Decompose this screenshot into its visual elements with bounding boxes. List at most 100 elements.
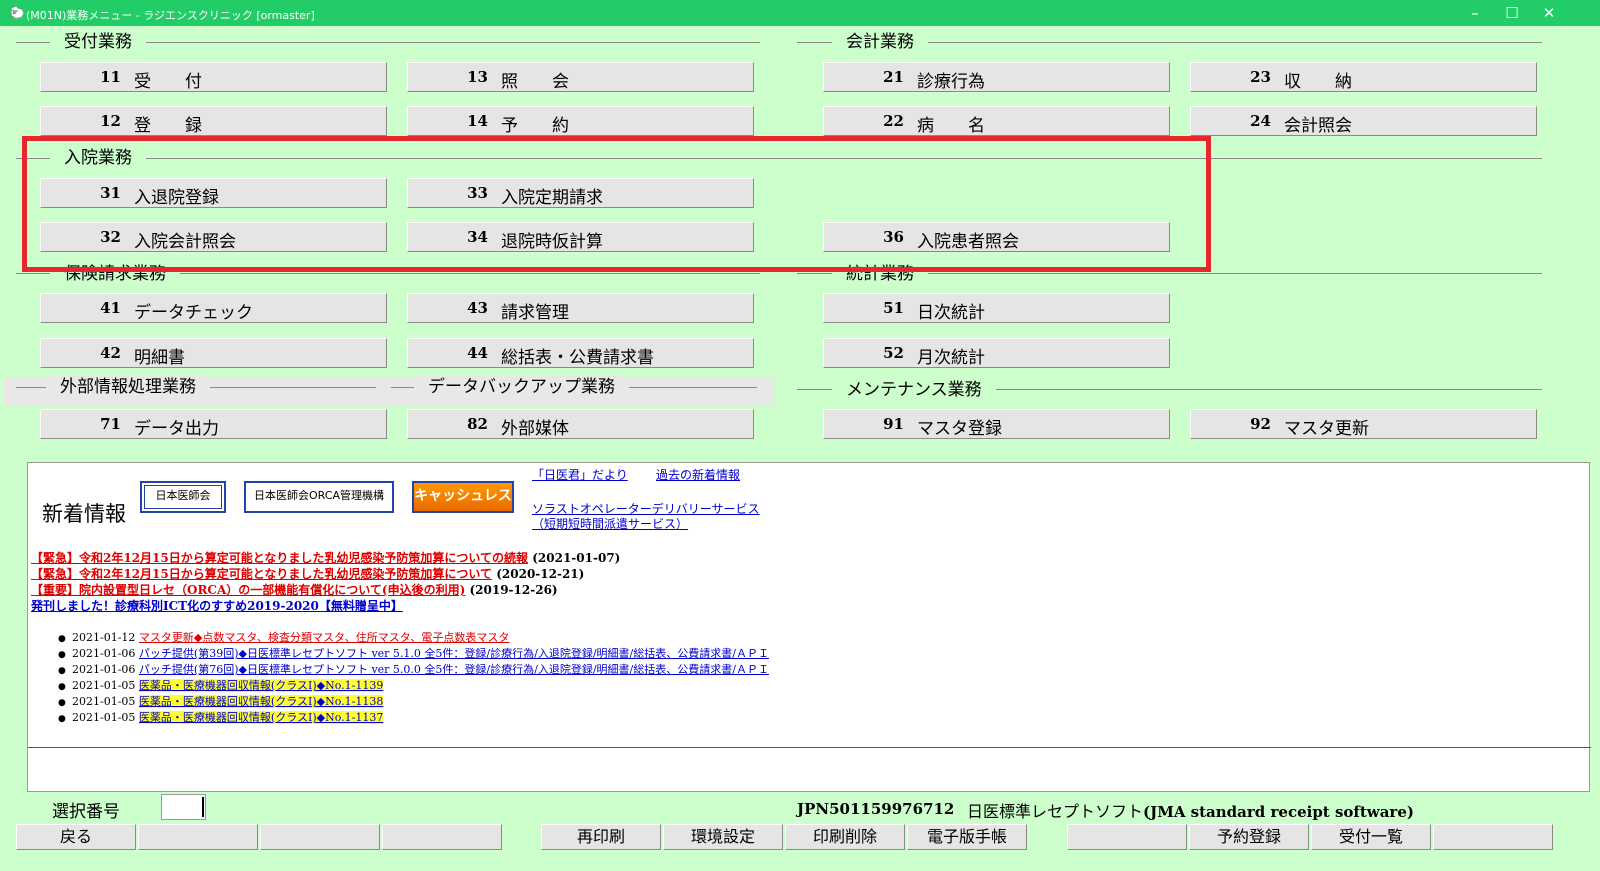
news-item-link[interactable]: パッチ提供(第76回)◆日医標準レセプトソフト ver 5.0.0 全5件：登録… — [139, 663, 769, 676]
button-number: 13 — [467, 68, 488, 86]
menu-button-82-gaibu-baitai[interactable]: 82 外部媒体 — [407, 409, 754, 439]
fkey-reprint-button[interactable]: 再印刷 — [541, 824, 661, 850]
orca-logo-link[interactable]: 日本医師会ORCA管理機構 — [244, 481, 394, 513]
menu-button-22-byomei[interactable]: 22 病 名 — [823, 106, 1170, 136]
news-item-date: 2021-01-12 — [72, 631, 136, 644]
section-backup-label: データバックアップ業務 — [414, 376, 629, 398]
menu-button-23-shuno[interactable]: 23 収 納 — [1190, 62, 1537, 92]
section-gaibu-label: 外部情報処理業務 — [46, 376, 210, 398]
headline-link[interactable]: 発刊しました！診療科別ICT化のすすめ2019-2020【無料贈呈中】 — [31, 599, 403, 613]
button-label: 診療行為 — [917, 72, 985, 92]
fkey-12-button[interactable] — [1433, 824, 1553, 850]
menu-button-12-toroku[interactable]: 12 登 録 — [40, 106, 387, 136]
button-number: 51 — [883, 299, 904, 317]
button-label: 病 名 — [917, 116, 985, 136]
button-number: 21 — [883, 68, 904, 86]
fkey-reception-list-button[interactable]: 受付一覧 — [1311, 824, 1431, 850]
menu-button-13-shokai[interactable]: 13 照 会 — [407, 62, 754, 92]
headline-date: (2021-01-07) — [532, 551, 621, 565]
app-icon: 🐑 — [10, 6, 25, 20]
fkey-reservation-button[interactable]: 予約登録 — [1189, 824, 1309, 850]
button-number: 23 — [1250, 68, 1271, 86]
nichii-kun-link[interactable]: 「日医君」だより — [532, 466, 628, 483]
button-number: 14 — [467, 112, 488, 130]
menu-button-51-nichiji-tokei[interactable]: 51 日次統計 — [823, 293, 1170, 323]
fkey-print-delete-button[interactable]: 印刷削除 — [785, 824, 905, 850]
menu-button-44-sokatsuhyo[interactable]: 44 総括表・公費請求書 — [407, 338, 754, 368]
minimize-button[interactable]: – — [1460, 3, 1490, 23]
button-number: 12 — [100, 112, 121, 130]
button-number: 41 — [100, 299, 121, 317]
menu-button-52-getsuji-tokei[interactable]: 52 月次統計 — [823, 338, 1170, 368]
news-item: ● 2021-01-05 医薬品・医療機器回収情報(クラスⅠ)◆No.1-1137 — [58, 709, 384, 725]
button-number: 91 — [883, 415, 904, 433]
headline: 【緊急】令和2年12月15日から算定可能となりました乳幼児感染予防策加算について… — [31, 565, 584, 582]
bullet-icon: ● — [58, 714, 66, 724]
maximize-button[interactable]: ☐ — [1497, 3, 1527, 23]
headline: 【重要】院内設置型日レセ（ORCA）の一部機能有償化について(申込後の利用) (… — [31, 581, 558, 598]
fkey-back-button[interactable]: 戻る — [16, 824, 136, 850]
section-maintenance-label: メンテナンス業務 — [832, 379, 996, 401]
button-label: 請求管理 — [501, 303, 569, 323]
menu-button-41-data-check[interactable]: 41 データチェック — [40, 293, 387, 323]
fkey-3-button[interactable] — [260, 824, 380, 850]
close-button[interactable]: ✕ — [1534, 3, 1564, 23]
window-title: (M01N)業務メニュー - ラジエンスクリニック [ormaster] — [26, 9, 315, 22]
past-news-link[interactable]: 過去の新着情報 — [656, 466, 740, 483]
news-item-link[interactable]: 医薬品・医療機器回収情報(クラスⅠ)◆No.1-1139 — [138, 679, 384, 692]
menu-button-92-master-koshin[interactable]: 92 マスタ更新 — [1190, 409, 1537, 439]
bullet-icon: ● — [58, 650, 66, 660]
button-label: 日次統計 — [917, 303, 985, 323]
fkey-settings-button[interactable]: 環境設定 — [663, 824, 783, 850]
news-item: ● 2021-01-05 医薬品・医療機器回収情報(クラスⅠ)◆No.1-1138 — [58, 693, 384, 709]
window-titlebar: 🐑 (M01N)業務メニュー - ラジエンスクリニック [ormaster] –… — [0, 0, 1600, 26]
button-label: 予 約 — [501, 116, 569, 136]
select-number-label: 選択番号 — [52, 802, 120, 822]
select-number-input[interactable] — [161, 794, 206, 820]
news-item-link[interactable]: 医薬品・医療機器回収情報(クラスⅠ)◆No.1-1138 — [138, 695, 384, 708]
menu-button-42-meisaisho[interactable]: 42 明細書 — [40, 338, 387, 368]
menu-button-71-data-shutsuryoku[interactable]: 71 データ出力 — [40, 409, 387, 439]
button-label: データ出力 — [134, 419, 219, 439]
news-item-link[interactable]: マスタ更新◆点数マスタ、検査分類マスタ、住所マスタ、電子点数表マスタ — [139, 631, 509, 644]
button-number: 22 — [883, 112, 904, 130]
button-label: データチェック — [134, 303, 253, 323]
news-item-link[interactable]: 医薬品・医療機器回収情報(クラスⅠ)◆No.1-1137 — [138, 711, 384, 724]
bullet-icon: ● — [58, 698, 66, 708]
bullet-icon: ● — [58, 682, 66, 692]
headline-link[interactable]: 【重要】院内設置型日レセ（ORCA）の一部機能有償化について(申込後の利用) — [31, 583, 465, 597]
system-id: JPN501159976712 — [797, 800, 955, 818]
button-number: 43 — [467, 299, 488, 317]
menu-button-21-shinryo-koi[interactable]: 21 診療行為 — [823, 62, 1170, 92]
menu-button-11-uketsuke[interactable]: 11 受 付 — [40, 62, 387, 92]
button-label: 総括表・公費請求書 — [501, 348, 654, 368]
fkey-e-notebook-button[interactable]: 電子版手帳 — [907, 824, 1027, 850]
news-item-date: 2021-01-06 — [72, 647, 136, 660]
button-number: 11 — [100, 68, 121, 86]
menu-button-91-master-toroku[interactable]: 91 マスタ登録 — [823, 409, 1170, 439]
menu-button-43-seikyu-kanri[interactable]: 43 請求管理 — [407, 293, 754, 323]
product-name-ja: 日医標準レセプトソフト — [967, 802, 1144, 821]
menu-button-24-kaikei-shokai[interactable]: 24 会計照会 — [1190, 106, 1537, 136]
section-kaikei-label: 会計業務 — [832, 31, 928, 53]
bullet-icon: ● — [58, 666, 66, 676]
news-item-date: 2021-01-05 — [72, 711, 136, 724]
cashless-banner-link[interactable]: キャッシュレス — [412, 481, 514, 513]
solasto-service-sub-link[interactable]: （短期短時間派遣サービス） — [532, 515, 688, 532]
button-label: 受 付 — [134, 72, 202, 92]
news-item: ● 2021-01-06 パッチ提供(第39回)◆日医標準レセプトソフト ver … — [58, 645, 769, 661]
fkey-9-button[interactable] — [1067, 824, 1187, 850]
menu-button-14-yoyaku[interactable]: 14 予 約 — [407, 106, 754, 136]
headline-link[interactable]: 【緊急】令和2年12月15日から算定可能となりました乳幼児感染予防策加算について — [31, 567, 492, 581]
section-uketsuke-label: 受付業務 — [50, 31, 146, 53]
jma-logo-link[interactable]: 日本医師会 — [140, 481, 226, 513]
news-item-link[interactable]: パッチ提供(第39回)◆日医標準レセプトソフト ver 5.1.0 全5件：登録… — [139, 647, 769, 660]
fkey-2-button[interactable] — [138, 824, 258, 850]
news-item-date: 2021-01-05 — [72, 679, 136, 692]
news-item: ● 2021-01-12 マスタ更新◆点数マスタ、検査分類マスタ、住所マスタ、電子… — [58, 629, 509, 645]
headline-link[interactable]: 【緊急】令和2年12月15日から算定可能となりました乳幼児感染予防策加算について… — [31, 551, 528, 565]
button-label: 月次統計 — [917, 348, 985, 368]
fkey-4-button[interactable] — [382, 824, 502, 850]
news-item-date: 2021-01-06 — [72, 663, 136, 676]
button-label: 外部媒体 — [501, 419, 569, 439]
